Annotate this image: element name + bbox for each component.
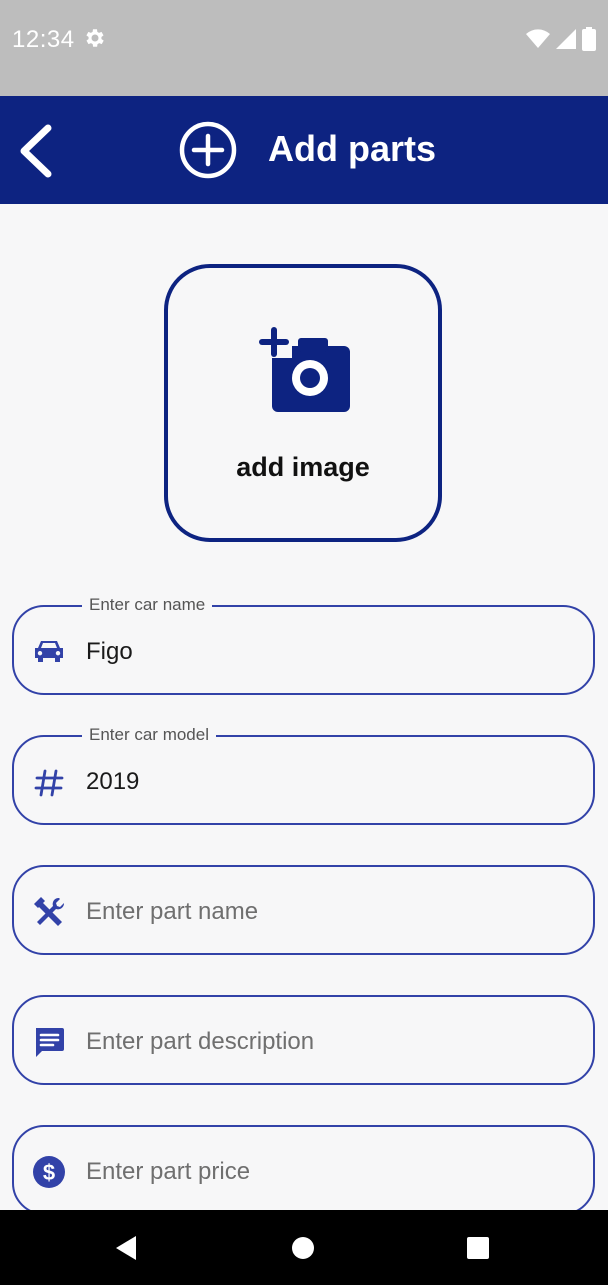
svg-text:$: $ <box>43 1160 55 1185</box>
part-name-input: Enter part name <box>86 898 259 925</box>
tools-icon <box>34 897 65 926</box>
car-name-value: Figo <box>86 638 133 665</box>
part-name-field[interactable]: Enter part name <box>12 865 595 955</box>
part-price-field[interactable]: $ Enter part price <box>12 1125 595 1215</box>
part-description-input: Enter part description <box>86 1028 315 1055</box>
battery-icon <box>582 27 596 51</box>
car-name-label: Enter car name <box>82 594 213 616</box>
system-nav-bar <box>0 1210 608 1285</box>
signal-icon <box>556 29 576 49</box>
home-circle-icon[interactable] <box>285 1230 321 1266</box>
wifi-icon <box>526 29 550 48</box>
back-arrow-icon[interactable] <box>14 124 58 178</box>
app-bar: Add parts <box>0 96 608 204</box>
car-name-field[interactable]: Enter car name Figo <box>12 594 595 695</box>
part-price-input: Enter part price <box>86 1158 251 1185</box>
recents-square-icon[interactable] <box>460 1230 496 1266</box>
comment-icon <box>36 1028 64 1057</box>
hash-icon <box>34 769 64 797</box>
car-model-value: 2019 <box>86 768 140 795</box>
dollar-icon: $ <box>33 1156 65 1188</box>
car-icon <box>35 641 63 662</box>
add-image-label: add image <box>236 452 370 482</box>
status-icons <box>526 26 596 52</box>
add-image-button[interactable]: add image <box>164 264 442 542</box>
car-model-field[interactable]: Enter car model 2019 <box>12 724 595 825</box>
status-time: 12:34 <box>12 26 75 53</box>
back-triangle-icon[interactable] <box>108 1230 144 1266</box>
part-description-field[interactable]: Enter part description <box>12 995 595 1085</box>
status-bar: 12:34 <box>0 0 608 96</box>
car-model-label: Enter car model <box>82 724 216 746</box>
settings-icon <box>86 29 104 47</box>
add-circle-icon <box>179 121 237 179</box>
add-camera-icon <box>258 327 350 412</box>
page-title: Add parts <box>268 128 437 169</box>
